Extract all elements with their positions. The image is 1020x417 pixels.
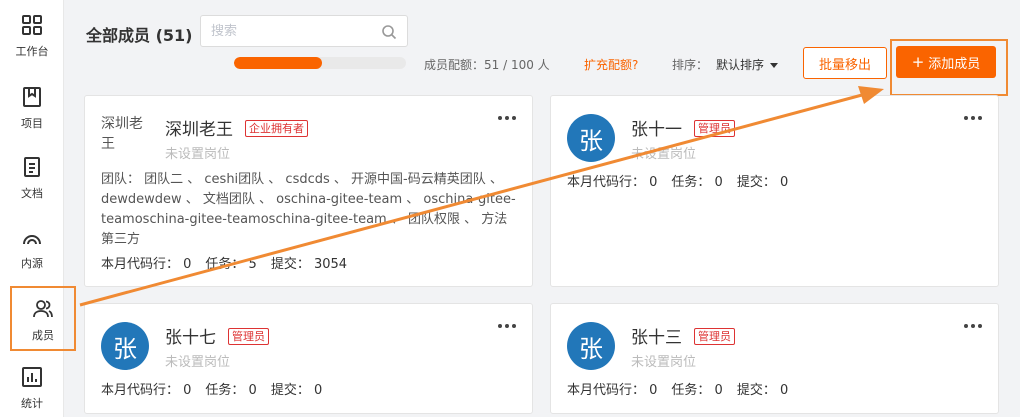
task-count: 任务： 0 <box>671 175 723 190</box>
member-stats: 本月代码行： 0 任务： 5 提交： 3054 <box>101 253 361 272</box>
member-teams: 团队： 团队二 、 ceshi团队 、 csdcds 、 开源中国-码云精英团队… <box>101 172 516 247</box>
search-input[interactable] <box>201 16 371 46</box>
member-card: 张 张十一 管理员 未设置岗位 本月代码行： 0 任务： 0 提交： 0 <box>550 95 999 287</box>
member-position: 未设置岗位 <box>631 147 697 162</box>
sidebar-item-label: 项目 <box>21 117 43 130</box>
plus-icon: + <box>911 53 925 71</box>
member-card: 深圳老王 深圳老王 企业拥有者 未设置岗位 团队： 团队二 、 ceshi团队 、… <box>84 95 533 287</box>
member-card: 张 张十七 管理员 未设置岗位 本月代码行： 0 任务： 0 提交： 0 <box>84 303 533 414</box>
member-position: 未设置岗位 <box>165 147 231 162</box>
quota-progress-fill <box>234 57 322 69</box>
member-stats: 本月代码行： 0 任务： 0 提交： 0 <box>101 379 336 398</box>
sidebar-item-docs[interactable]: 文档 <box>0 142 64 212</box>
sort-select[interactable]: 默认排序 <box>716 56 779 73</box>
member-position: 未设置岗位 <box>631 355 697 370</box>
more-options-icon[interactable] <box>964 320 984 330</box>
batch-remove-button[interactable]: 批量移出 <box>803 47 887 79</box>
sidebar-item-members[interactable]: 成员 <box>10 286 76 351</box>
sidebar-item-label: 成员 <box>32 329 54 342</box>
member-card: 张 张十三 管理员 未设置岗位 本月代码行： 0 任务： 0 提交： 0 <box>550 303 999 414</box>
member-name-row: 张十七 管理员 <box>165 323 269 348</box>
sidebar-item-workbench[interactable]: 工作台 <box>0 0 64 70</box>
quota-progress-bar <box>234 57 406 69</box>
sidebar-item-inner-source[interactable]: 内源 <box>0 212 64 282</box>
task-count: 任务： 0 <box>671 383 723 398</box>
book-icon <box>19 84 45 110</box>
caret-down-icon <box>770 63 779 68</box>
member-name[interactable]: 深圳老王 <box>165 120 233 140</box>
page-title: 全部成员 (51) <box>86 26 193 45</box>
task-count: 任务： 5 <box>205 257 257 272</box>
avatar[interactable]: 张 <box>567 114 615 162</box>
source-icon <box>19 224 45 250</box>
sort-value: 默认排序 <box>716 58 765 72</box>
commit-count: 提交： 0 <box>736 175 789 190</box>
commit-count: 提交： 3054 <box>270 257 348 272</box>
members-icon <box>30 296 56 322</box>
document-icon <box>19 154 45 180</box>
role-badge: 管理员 <box>694 120 735 137</box>
more-options-icon[interactable] <box>498 320 518 330</box>
member-name-row: 张十一 管理员 <box>631 115 735 140</box>
sidebar-item-label: 内源 <box>21 257 43 270</box>
grid-icon <box>19 12 45 38</box>
member-position: 未设置岗位 <box>165 355 231 370</box>
member-name-row: 深圳老王 企业拥有者 <box>165 115 308 140</box>
more-options-icon[interactable] <box>964 112 984 122</box>
member-stats: 本月代码行： 0 任务： 0 提交： 0 <box>567 171 802 190</box>
code-lines: 本月代码行： 0 <box>567 383 658 398</box>
code-lines: 本月代码行： 0 <box>567 175 658 190</box>
member-name-row: 张十三 管理员 <box>631 323 735 348</box>
role-badge: 企业拥有者 <box>245 120 308 137</box>
avatar[interactable]: 张 <box>567 322 615 370</box>
role-badge: 管理员 <box>228 328 269 345</box>
chart-icon <box>19 364 45 390</box>
sidebar-item-label: 文档 <box>21 187 43 200</box>
search-box <box>200 15 408 47</box>
quota-text: 成员配额：51 / 100 人 <box>424 58 550 72</box>
code-lines: 本月代码行： 0 <box>101 257 192 272</box>
commit-count: 提交： 0 <box>736 383 789 398</box>
add-member-button[interactable]: + 添加成员 <box>896 46 996 78</box>
task-count: 任务： 0 <box>205 383 257 398</box>
add-member-label: 添加成员 <box>928 56 981 72</box>
expand-quota-link[interactable]: 扩充配额? <box>584 56 638 73</box>
avatar[interactable]: 深圳老王 <box>101 114 149 154</box>
member-name[interactable]: 张十三 <box>631 328 682 348</box>
sidebar-item-label: 工作台 <box>15 45 49 58</box>
member-name[interactable]: 张十七 <box>165 328 216 348</box>
role-badge: 管理员 <box>694 328 735 345</box>
sidebar: 工作台 项目 文档 内源 成员 统计 <box>0 0 76 417</box>
search-icon[interactable] <box>381 24 397 40</box>
commit-count: 提交： 0 <box>270 383 323 398</box>
sidebar-item-stats[interactable]: 统计 <box>0 352 64 417</box>
member-stats: 本月代码行： 0 任务： 0 提交： 0 <box>567 379 802 398</box>
code-lines: 本月代码行： 0 <box>101 383 192 398</box>
avatar[interactable]: 张 <box>101 322 149 370</box>
sidebar-item-label: 统计 <box>21 397 43 410</box>
more-options-icon[interactable] <box>498 112 518 122</box>
member-name[interactable]: 张十一 <box>631 120 682 140</box>
sort-label: 排序： <box>672 58 709 72</box>
sidebar-item-projects[interactable]: 项目 <box>0 72 64 142</box>
